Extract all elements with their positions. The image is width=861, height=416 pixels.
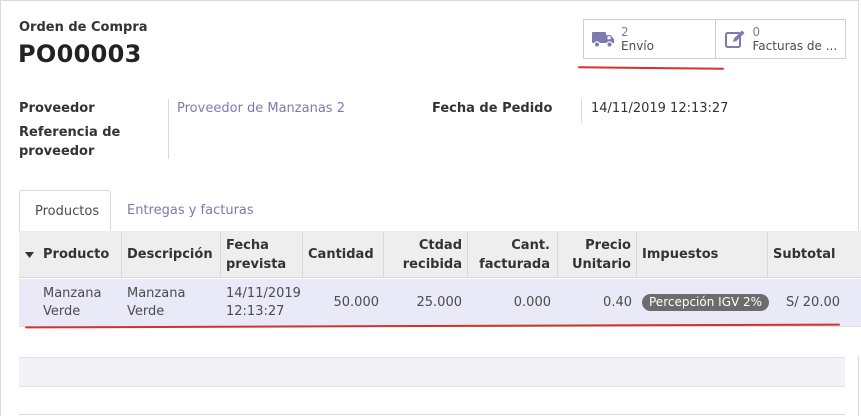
field-separator bbox=[581, 99, 582, 123]
cell-quantity: 50.000 bbox=[333, 294, 380, 310]
empty-row bbox=[19, 357, 845, 387]
cell-product-line2: Verde bbox=[43, 303, 81, 319]
shipments-count: 2 bbox=[621, 25, 629, 39]
table-header: Producto Descripción Fecha prevista Cant… bbox=[19, 231, 861, 278]
cell-description-line1: Manzana bbox=[127, 285, 186, 301]
tab-products[interactable]: Productos bbox=[19, 190, 111, 232]
column-product[interactable]: Producto bbox=[43, 231, 121, 278]
cell-description: Manzana Verde bbox=[127, 279, 219, 326]
vendor-bills-label: Facturas de ... bbox=[752, 39, 838, 53]
vendor-bills-smart-button[interactable]: 0 Facturas de ... bbox=[714, 20, 845, 58]
cell-received: 25.000 bbox=[416, 294, 463, 310]
tab-deliveries-invoices[interactable]: Entregas y facturas bbox=[112, 190, 269, 232]
column-received[interactable]: Ctdad recibida bbox=[387, 231, 462, 278]
document-caption: Orden de Compra bbox=[19, 20, 148, 35]
column-billed-line2: facturada bbox=[479, 256, 550, 272]
order-date-value[interactable]: 14/11/2019 12:13:27 bbox=[591, 99, 728, 118]
column-billed-line1: Cant. bbox=[511, 237, 550, 253]
smart-button-box: 2 Envío 0 Facturas de ... bbox=[583, 19, 846, 59]
form-sheet: Orden de Compra PO00003 2 Envío 0 Factur… bbox=[0, 0, 861, 416]
column-scheduled-date-line1: Fecha bbox=[226, 237, 269, 253]
edit-icon bbox=[722, 26, 748, 52]
caret-down-icon bbox=[24, 245, 34, 264]
cell-product: Manzana Verde bbox=[43, 279, 121, 326]
column-billed[interactable]: Cant. facturada bbox=[471, 231, 550, 278]
column-description[interactable]: Descripción bbox=[127, 231, 219, 278]
column-divider bbox=[220, 231, 221, 278]
shipments-label: Envío bbox=[621, 39, 654, 53]
column-taxes[interactable]: Impuestos bbox=[642, 231, 742, 278]
vendor-link[interactable]: Proveedor de Manzanas 2 bbox=[177, 99, 345, 118]
cell-scheduled-date-line1: 14/11/2019 bbox=[226, 285, 301, 301]
cell-description-line2: Verde bbox=[127, 303, 165, 319]
column-unit-price-line1: Precio bbox=[585, 237, 631, 253]
column-subtotal[interactable]: Subtotal bbox=[773, 231, 843, 278]
column-unit-price[interactable]: Precio Unitario bbox=[560, 231, 631, 278]
cell-taxes: Percepción IGV 2% bbox=[642, 279, 770, 326]
vendor-reference-label-line2: proveedor bbox=[19, 144, 95, 159]
column-scheduled-date[interactable]: Fecha prevista bbox=[226, 231, 302, 278]
column-quantity[interactable]: Cantidad bbox=[308, 231, 380, 278]
cell-unit-price: 0.40 bbox=[603, 294, 632, 310]
column-divider bbox=[467, 231, 468, 278]
annotation-underline bbox=[577, 66, 725, 70]
section-divider bbox=[19, 414, 845, 415]
notebook-tabs: Productos Entregas y facturas bbox=[19, 190, 845, 232]
column-scheduled-date-line2: prevista bbox=[226, 256, 287, 272]
vendor-reference-label-line1: Referencia de bbox=[19, 125, 121, 140]
column-divider bbox=[557, 231, 558, 278]
column-unit-price-line2: Unitario bbox=[571, 256, 631, 272]
shipments-smart-button[interactable]: 2 Envío bbox=[584, 20, 715, 58]
empty-row bbox=[19, 326, 861, 356]
column-divider bbox=[121, 231, 122, 278]
column-divider bbox=[636, 231, 637, 278]
column-received-line1: Ctdad bbox=[418, 237, 462, 253]
cell-subtotal: S/ 20.00 bbox=[786, 294, 840, 310]
document-name: PO00003 bbox=[18, 40, 142, 68]
vendor-bills-count: 0 bbox=[752, 25, 761, 39]
vendor-label: Proveedor bbox=[19, 101, 95, 116]
column-divider bbox=[383, 231, 384, 278]
column-divider bbox=[767, 231, 768, 278]
tax-badge: Percepción IGV 2% bbox=[642, 294, 770, 311]
table-row[interactable]: Manzana Verde Manzana Verde 14/11/2019 1… bbox=[19, 279, 861, 326]
order-date-label: Fecha de Pedido bbox=[432, 101, 553, 116]
cell-billed: 0.000 bbox=[513, 294, 551, 310]
cell-product-line1: Manzana bbox=[43, 285, 102, 301]
column-divider bbox=[302, 231, 303, 278]
truck-icon bbox=[590, 26, 616, 52]
field-separator bbox=[168, 99, 169, 159]
cell-scheduled-date-line2: 12:13:27 bbox=[226, 303, 285, 319]
column-received-line2: recibida bbox=[402, 256, 462, 272]
sort-handle-column[interactable] bbox=[19, 231, 39, 278]
cell-scheduled-date: 14/11/2019 12:13:27 bbox=[226, 279, 304, 326]
